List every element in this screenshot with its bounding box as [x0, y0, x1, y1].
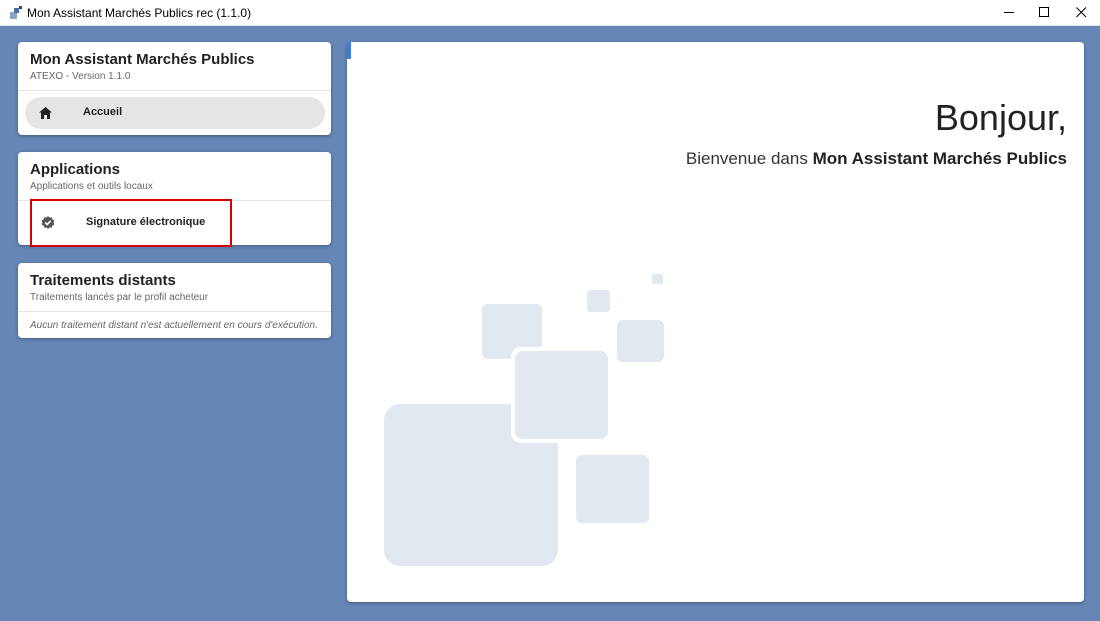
maximize-button[interactable] [1027, 0, 1061, 25]
greeting-heading: Bonjour, [934, 97, 1067, 138]
verified-badge-icon [41, 216, 55, 235]
minimize-icon [1003, 12, 1014, 13]
sidebar-item-accueil[interactable]: Accueil [25, 97, 325, 129]
sidebar-item-label: Accueil [83, 106, 123, 118]
remote-processing-subtitle: Traitements lancés par le profil acheteu… [30, 292, 209, 303]
signature-electronique-label: Signature électronique [86, 216, 206, 228]
minimize-button[interactable] [992, 0, 1026, 25]
applications-title: Applications [30, 161, 121, 178]
signature-electronique-item[interactable]: Signature électronique [30, 199, 232, 247]
divider [18, 311, 331, 312]
app-logo-icon [9, 6, 23, 20]
app-info-card: Mon Assistant Marchés Publics ATEXO - Ve… [18, 42, 331, 135]
applications-card: Applications Applications et outils loca… [18, 152, 331, 247]
welcome-prefix: Bienvenue dans [685, 149, 813, 168]
applications-subtitle: Applications et outils locaux [30, 181, 153, 192]
welcome-message: Bienvenue dans Mon Assistant Marchés Pub… [686, 149, 1067, 169]
home-icon [39, 106, 52, 124]
close-button[interactable] [1064, 0, 1098, 25]
scroll-indicator [347, 42, 351, 59]
main-panel: Bonjour, Bienvenue dans Mon Assistant Ma… [347, 42, 1084, 602]
window-titlebar: Mon Assistant Marchés Publics rec (1.1.0… [0, 0, 1100, 26]
empty-state-message: Aucun traitement distant n'est actuellem… [30, 320, 318, 331]
welcome-app-name: Mon Assistant Marchés Publics [812, 149, 1067, 168]
window-title: Mon Assistant Marchés Publics rec (1.1.0… [27, 6, 252, 20]
close-icon [1075, 7, 1086, 18]
remote-processing-card: Traitements distants Traitements lancés … [18, 263, 331, 338]
app-title: Mon Assistant Marchés Publics [30, 51, 255, 68]
app-client-area: Mon Assistant Marchés Publics ATEXO - Ve… [0, 26, 1100, 621]
divider [18, 90, 331, 91]
app-version: ATEXO - Version 1.1.0 [30, 71, 131, 82]
maximize-icon [1038, 7, 1049, 17]
remote-processing-title: Traitements distants [30, 272, 176, 289]
